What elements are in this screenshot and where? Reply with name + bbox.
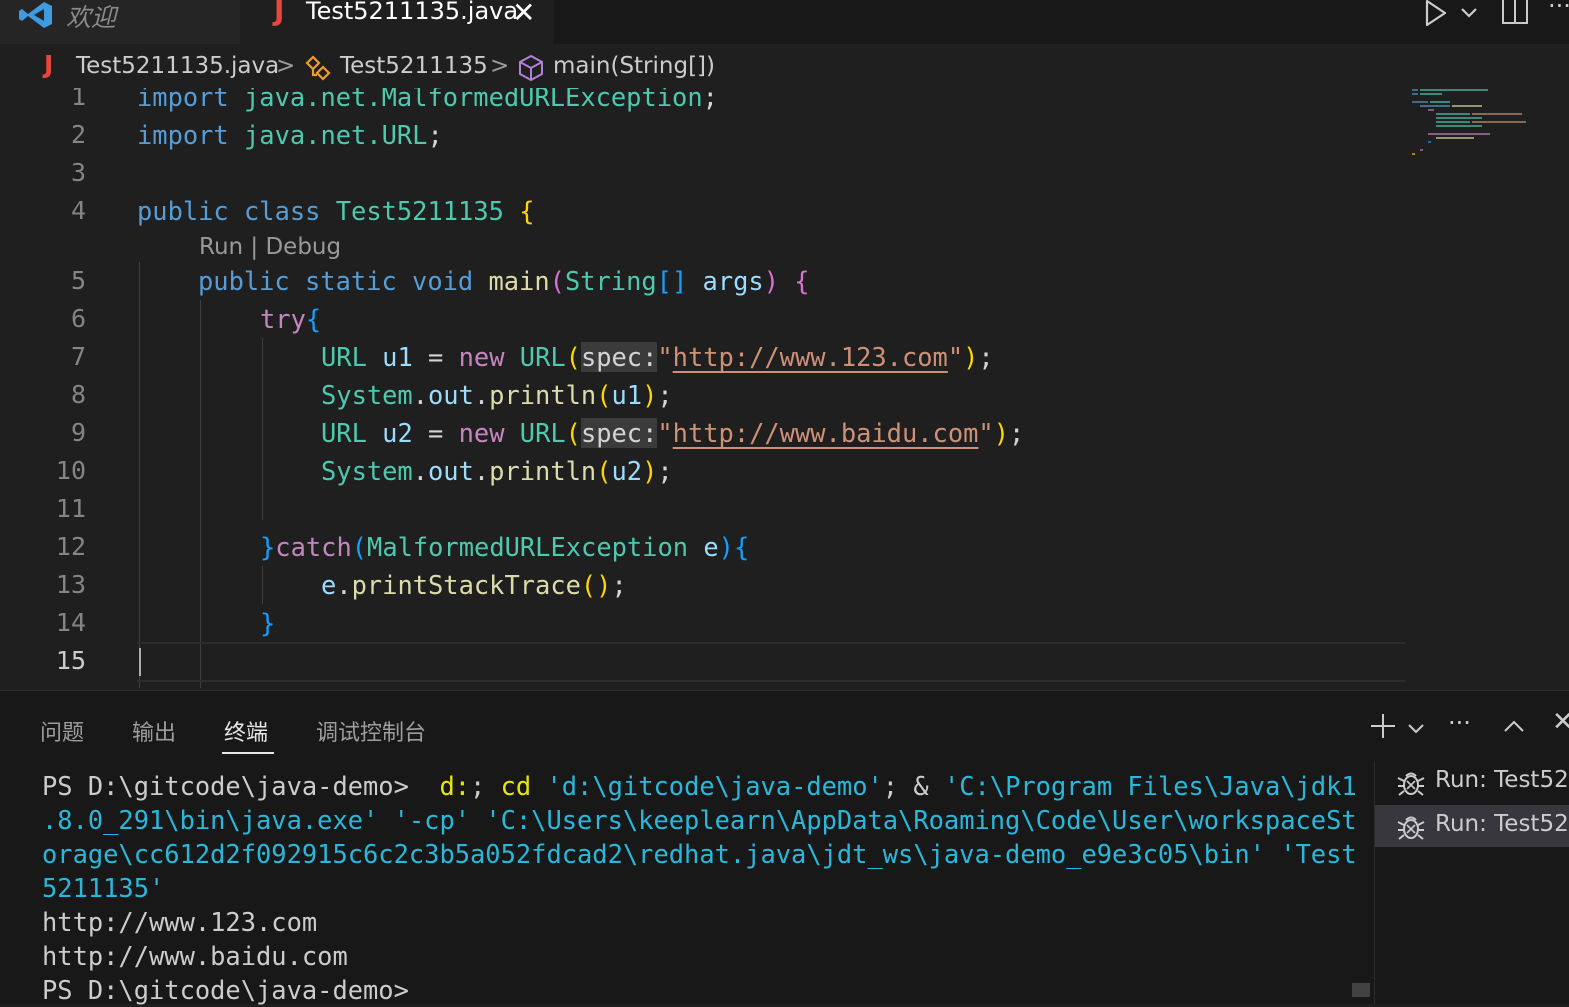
indent-guide — [262, 566, 263, 604]
current-line-highlight — [137, 642, 1405, 682]
tab-file-label: Test5211135.java — [306, 0, 519, 25]
tab-output[interactable]: 输出 — [132, 715, 176, 747]
terminal-output[interactable]: PS D:\gitcode\java-demo> d:; cd 'd:\gitc… — [42, 769, 1357, 1007]
indent-guide — [139, 262, 140, 688]
chevron-down-icon[interactable] — [1406, 719, 1426, 739]
code-line-7: URL u1 = new URL(spec:"http://www.123.co… — [321, 342, 994, 372]
breadcrumb-file[interactable]: Test5211135.java — [76, 53, 279, 79]
line-number: 13 — [55, 570, 86, 599]
close-panel-icon[interactable]: ✕ — [1552, 707, 1569, 737]
chevron-down-icon[interactable] — [1458, 0, 1480, 28]
url-link: http://www.123.com — [672, 342, 948, 372]
terminal-prompt: PS D:\gitcode\java-demo> — [42, 975, 409, 1005]
play-icon[interactable] — [1420, 0, 1450, 28]
active-tab-indicator — [222, 752, 274, 754]
line-number: 5 — [70, 266, 86, 295]
code-line-13: e.printStackTrace(); — [321, 570, 627, 600]
terminal-instance-selected[interactable]: Run: Test52... — [1375, 805, 1569, 847]
breadcrumb-separator: > — [276, 53, 296, 79]
plus-icon[interactable] — [1368, 711, 1398, 741]
terminal-line: 5211135' — [42, 873, 165, 903]
split-editor-icon[interactable] — [1500, 0, 1530, 26]
scrollbar-thumb[interactable] — [1352, 983, 1370, 997]
url-link: http://www.baidu.com — [672, 418, 979, 448]
code-line-4: public class Test5211135 { — [137, 196, 535, 226]
java-file-icon: J — [44, 50, 54, 79]
breadcrumb: J Test5211135.java > Test5211135 > main(… — [0, 44, 1569, 88]
terminal-output-line: http://www.123.com — [42, 907, 318, 937]
terminal-instance-label: Run: Test52... — [1435, 811, 1569, 837]
line-number: 1 — [70, 88, 86, 111]
bug-icon — [1397, 816, 1425, 840]
code-line-12: }catch(MalformedURLException e){ — [260, 532, 750, 562]
editor-tab-bar: 欢迎 J Test5211135.java ✕ ··· — [0, 0, 1569, 44]
line-number: 6 — [70, 304, 86, 333]
bottom-panel: 问题 输出 终端 调试控制台 ··· ✕ PS D:\gitcode\java-… — [0, 690, 1569, 1007]
vscode-logo-icon — [19, 2, 52, 28]
line-number: 4 — [70, 196, 86, 225]
codelens-run-debug[interactable]: Run | Debug — [199, 234, 341, 260]
tab-welcome[interactable]: 欢迎 — [0, 0, 240, 44]
minimap[interactable] — [1410, 88, 1540, 168]
class-icon — [305, 55, 331, 81]
terminal-instance[interactable]: Run: Test52... — [1375, 761, 1569, 803]
tab-problems[interactable]: 问题 — [40, 715, 84, 747]
line-number-active: 15 — [55, 646, 86, 675]
terminal-instance-label: Run: Test52... — [1435, 767, 1569, 793]
tab-debug-console[interactable]: 调试控制台 — [316, 715, 426, 747]
terminal-line: PS D:\gitcode\java-demo> d:; cd 'd:\gitc… — [42, 771, 1357, 801]
tab-terminal[interactable]: 终端 — [224, 715, 268, 747]
code-line-2: import java.net.URL; — [137, 120, 443, 150]
close-tab-icon[interactable]: ✕ — [512, 0, 535, 29]
line-number: 10 — [55, 456, 86, 485]
text-caret — [139, 648, 141, 676]
tab-test-java[interactable]: J Test5211135.java ✕ — [240, 0, 554, 44]
breadcrumb-separator: > — [490, 53, 510, 79]
more-actions-icon[interactable]: ··· — [1548, 0, 1569, 20]
code-line-9: URL u2 = new URL(spec:"http://www.baidu.… — [321, 418, 1025, 448]
bug-icon — [1397, 772, 1425, 796]
line-number: 3 — [70, 158, 86, 187]
breadcrumb-method[interactable]: main(String[]) — [553, 53, 715, 79]
code-line-1: import java.net.MalformedURLException; — [137, 88, 718, 112]
terminal-instance-list: Run: Test52... Run: Test52... — [1374, 761, 1569, 1004]
inlay-hint: spec: — [580, 342, 658, 372]
line-number: 2 — [70, 120, 86, 149]
terminal-line: orage\cc612d2f092915c6c2c3b5a052fdcad2\r… — [42, 839, 1357, 869]
line-number: 12 — [55, 532, 86, 561]
line-number: 9 — [70, 418, 86, 447]
code-line-10: System.out.println(u2); — [321, 456, 673, 486]
more-actions-icon[interactable]: ··· — [1448, 709, 1471, 737]
line-number: 8 — [70, 380, 86, 409]
line-number: 14 — [55, 608, 86, 637]
breadcrumb-class[interactable]: Test5211135 — [340, 53, 488, 79]
code-line-6: try{ — [260, 304, 322, 334]
code-editor[interactable]: 1 2 3 4 5 6 7 8 9 10 11 12 13 14 15 impo… — [0, 88, 1569, 688]
indent-guide — [200, 300, 201, 688]
inlay-hint: spec: — [580, 418, 658, 448]
method-cube-icon — [519, 54, 543, 82]
chevron-up-icon[interactable] — [1502, 715, 1526, 739]
terminal-line: .8.0_291\bin\java.exe' '-cp' 'C:\Users\k… — [42, 805, 1357, 835]
line-number: 11 — [55, 494, 86, 523]
line-number: 7 — [70, 342, 86, 371]
tab-welcome-label: 欢迎 — [66, 3, 117, 32]
code-line-5: public static void main(String[] args) { — [198, 266, 810, 296]
indent-guide — [262, 338, 263, 520]
code-line-14: } — [260, 608, 276, 638]
code-line-8: System.out.println(u1); — [321, 380, 673, 410]
java-file-icon: J — [274, 0, 285, 27]
terminal-output-line: http://www.baidu.com — [42, 941, 348, 971]
